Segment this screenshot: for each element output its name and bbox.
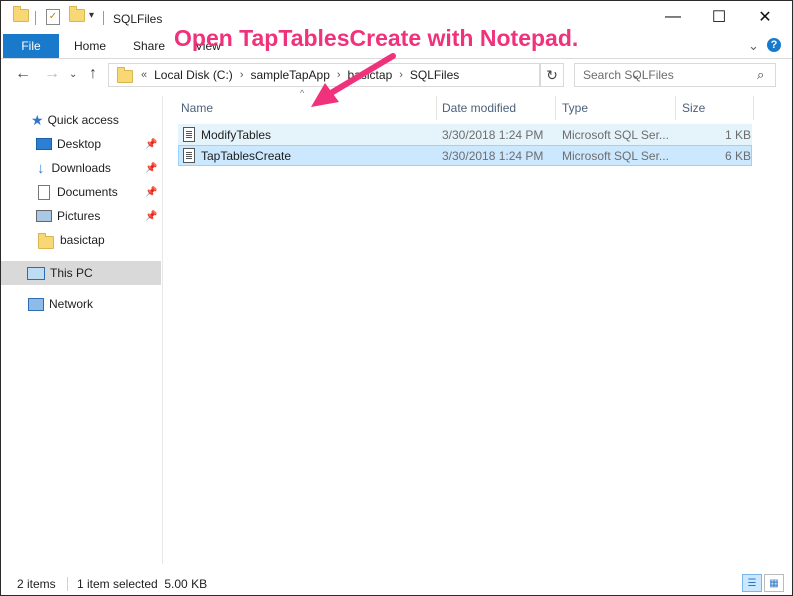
explorer-window: ✓ ▾ SQLFiles — ☐ ✕ File Home Share View … [0, 0, 793, 596]
annotation-arrow [311, 53, 396, 107]
